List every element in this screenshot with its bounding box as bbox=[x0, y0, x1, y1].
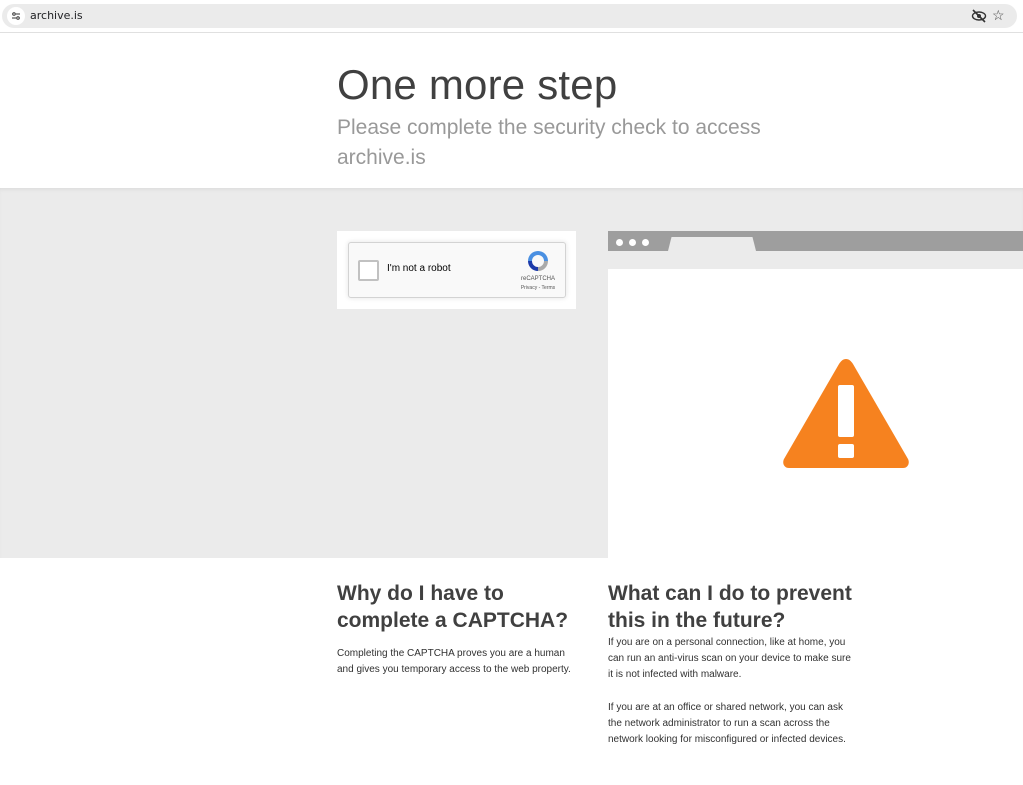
browser-toolbar: archive.is ☆ bbox=[0, 0, 1023, 33]
recaptcha-links[interactable]: Privacy - Terms bbox=[509, 285, 567, 291]
eye-off-icon[interactable] bbox=[971, 9, 987, 23]
illustration-tabbar bbox=[608, 231, 1023, 251]
why-title: Why do I have to complete a CAPTCHA? bbox=[337, 582, 569, 632]
recaptcha-brand: reCAPTCHA bbox=[520, 276, 555, 282]
page-subtitle: Please complete the security check to ac… bbox=[337, 116, 761, 169]
recaptcha-logo-icon bbox=[528, 251, 548, 271]
window-dot bbox=[629, 239, 636, 246]
page-header: One more step Please complete the securi… bbox=[0, 34, 1023, 188]
challenge-section: I'm not a robot reCAPTCHA Privacy - Term… bbox=[0, 188, 1023, 558]
address-bar[interactable]: archive.is ☆ bbox=[2, 4, 1017, 28]
site-settings-icon[interactable] bbox=[7, 7, 25, 25]
prevent-text-2: If you are at an office or shared networ… bbox=[608, 702, 846, 745]
illustration-page bbox=[608, 269, 1023, 558]
not-robot-checkbox[interactable] bbox=[358, 260, 379, 281]
page-title: One more step bbox=[337, 61, 618, 108]
prevent-text-1: If you are on a personal connection, lik… bbox=[608, 637, 851, 680]
url-text[interactable]: archive.is bbox=[30, 9, 83, 22]
window-dot bbox=[616, 239, 623, 246]
star-icon[interactable]: ☆ bbox=[992, 7, 1005, 23]
recaptcha-box: I'm not a robot reCAPTCHA Privacy - Term… bbox=[348, 242, 566, 298]
illustration-tab bbox=[668, 237, 756, 251]
recaptcha-widget: I'm not a robot reCAPTCHA Privacy - Term… bbox=[337, 231, 576, 309]
why-text: Completing the CAPTCHA proves you are a … bbox=[337, 648, 571, 675]
prevent-title: What can I do to prevent this in the fut… bbox=[608, 582, 852, 632]
illustration-toolbar bbox=[608, 251, 1023, 269]
window-dot bbox=[642, 239, 649, 246]
captcha-label: I'm not a robot bbox=[387, 263, 451, 274]
warning-icon bbox=[783, 359, 909, 468]
